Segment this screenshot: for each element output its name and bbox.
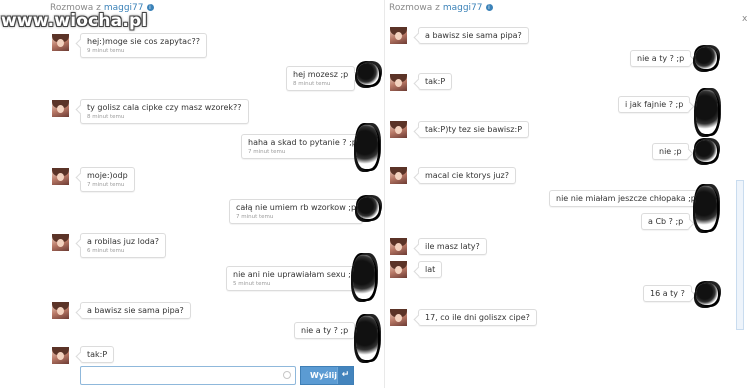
message-bubble: hej:)moge sie cos zapytac?? 9 minut temu: [80, 33, 207, 58]
avatar: [52, 234, 69, 251]
avatar: [52, 34, 69, 51]
message-bubble: lat: [418, 261, 443, 278]
avatar: [390, 121, 407, 138]
message-bubble: 16 a ty ?: [643, 285, 692, 302]
message-text: nie ani nie uprawiałam sexu ;p: [233, 270, 356, 279]
message-bubble: całą nie umiem rb wzorkow ;p 7 minut tem…: [229, 199, 364, 224]
message-bubble: nie ani nie uprawiałam sexu ;p 5 minut t…: [226, 266, 363, 291]
avatar: [390, 238, 407, 255]
message-time: 8 minut temu: [87, 114, 125, 120]
message-bubble: nie a ty ? ;p: [294, 322, 356, 339]
message-input[interactable]: [80, 366, 296, 385]
message-text: macal cie ktorys juz?: [425, 171, 509, 180]
message-text: ile masz laty?: [425, 242, 480, 251]
censored-avatar: [696, 283, 718, 305]
right-chat-panel: Rozmowa z maggi77 i a bawisz sie sama pipa…: [386, 0, 750, 388]
message-text: ty golisz cala cipke czy masz wzorek??: [87, 103, 242, 112]
message-text: hej mozesz ;p: [293, 70, 349, 79]
avatar: [390, 309, 407, 326]
message-bubble: i jak fajnie ? ;p: [618, 96, 691, 113]
message-bubble: tak:P: [80, 346, 115, 363]
enter-icon: ↵: [337, 367, 353, 384]
message-text: nie ;p: [659, 147, 682, 156]
message-bubble: macal cie ktorys juz?: [418, 167, 516, 184]
censored-avatar: [695, 186, 717, 230]
send-button[interactable]: Wyślij ↵: [300, 366, 354, 385]
message-text: a robilas juz loda?: [87, 237, 159, 246]
message-bubble: ty golisz cala cipke czy masz wzorek?? 8…: [80, 99, 249, 124]
censored-avatar: [696, 90, 718, 134]
message-time: 6 minut temu: [87, 248, 125, 254]
message-bubble: nie a ty ? ;p: [630, 50, 692, 67]
panel-divider: [384, 0, 385, 388]
message-text: a bawisz sie sama pipa?: [87, 306, 184, 315]
info-icon[interactable]: i: [485, 4, 493, 11]
message-bubble: a robilas juz loda? 6 minut temu: [80, 233, 166, 258]
message-text: tak:P: [425, 77, 446, 86]
message-text: 17, co ile dni goliszx cipe?: [425, 313, 530, 322]
avatar: [52, 302, 69, 319]
avatar: [390, 167, 407, 184]
message-text: a Cb ? ;p: [648, 217, 684, 226]
close-icon[interactable]: x: [742, 14, 747, 24]
message-text: 16 a ty ?: [650, 289, 685, 298]
avatar: [390, 27, 407, 44]
send-button-label: Wyślij: [310, 371, 338, 380]
message-text: nie a ty ? ;p: [301, 326, 349, 335]
scrollbar[interactable]: [736, 180, 744, 330]
message-bubble: nie ;p: [652, 143, 689, 160]
message-text: haha a skad to pytanie ? ;p: [248, 138, 357, 147]
message-text: moje:)odp: [87, 171, 128, 180]
message-time: 7 minut temu: [248, 149, 286, 155]
message-time: 8 minut temu: [293, 81, 331, 87]
message-text: a bawisz sie sama pipa?: [425, 31, 522, 40]
emoji-icon[interactable]: [283, 371, 291, 379]
censored-avatar: [695, 140, 717, 162]
message-time: 9 minut temu: [87, 48, 125, 54]
message-text: nie a ty ? ;p: [637, 54, 685, 63]
message-bubble: a bawisz sie sama pipa?: [418, 27, 529, 44]
avatar: [390, 261, 407, 278]
left-chat-panel: Rozmowa z maggi77 i hej:)moge sie cos zapy…: [0, 0, 385, 388]
message-bubble: a Cb ? ;p: [641, 213, 691, 230]
header-username-link[interactable]: maggi77: [443, 3, 483, 13]
message-text: całą nie umiem rb wzorkow ;p: [236, 203, 357, 212]
message-text: nie nie miałam jeszcze chłopaka ;p: [556, 194, 696, 203]
message-bubble: ile masz laty?: [418, 238, 487, 255]
message-bubble: haha a skad to pytanie ? ;p 7 minut temu: [241, 134, 364, 159]
message-bubble: tak:P: [418, 73, 453, 90]
avatar: [52, 168, 69, 185]
message-text: hej:)moge sie cos zapytac??: [87, 37, 200, 46]
message-time: 7 minut temu: [236, 214, 274, 220]
message-text: lat: [425, 265, 436, 274]
avatar: [52, 347, 69, 364]
censored-avatar: [353, 255, 375, 299]
avatar: [390, 74, 407, 91]
info-icon[interactable]: i: [146, 4, 154, 11]
message-text: tak:P: [87, 350, 108, 359]
censored-avatar: [356, 316, 378, 360]
message-bubble: 17, co ile dni goliszx cipe?: [418, 309, 537, 326]
censored-avatar: [695, 47, 717, 69]
message-time: 7 minut temu: [87, 182, 125, 188]
message-bubble: a bawisz sie sama pipa?: [80, 302, 191, 319]
censored-avatar: [356, 125, 378, 169]
avatar: [52, 100, 69, 117]
message-bubble: moje:)odp 7 minut temu: [80, 167, 135, 192]
message-time: 5 minut temu: [233, 281, 271, 287]
message-text: i jak fajnie ? ;p: [625, 100, 684, 109]
message-bubble: nie nie miałam jeszcze chłopaka ;p: [549, 190, 703, 207]
censored-avatar: [357, 197, 379, 219]
censored-avatar: [357, 63, 379, 85]
chat-header: Rozmowa z maggi77 i: [389, 3, 493, 13]
message-bubble: tak:P)ty tez sie bawisz:P: [418, 121, 530, 138]
site-watermark: www.wiocha.pl: [1, 11, 148, 31]
header-label: Rozmowa z: [389, 3, 440, 13]
message-bubble: hej mozesz ;p 8 minut temu: [286, 66, 356, 91]
message-text: tak:P)ty tez sie bawisz:P: [425, 125, 523, 134]
